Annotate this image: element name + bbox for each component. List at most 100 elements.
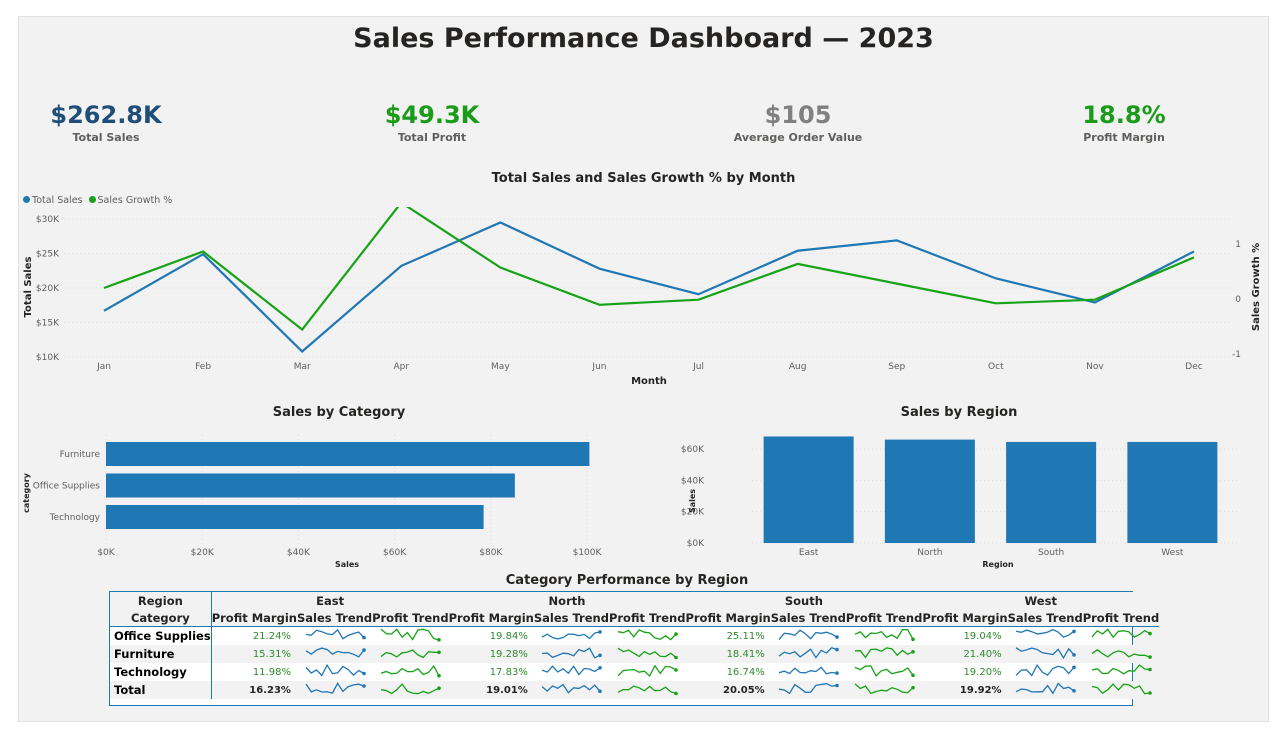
sparkline-svg (778, 647, 840, 659)
sparkline-end-dot (911, 650, 915, 654)
x-tick-label: Aug (789, 362, 807, 372)
profit-trend-sparkline (1083, 663, 1160, 681)
legend-item-total-sales[interactable]: Total Sales (23, 195, 83, 206)
region-header-east[interactable]: East (211, 592, 449, 609)
profit-trend-sparkline (608, 681, 686, 699)
sparkline-path (542, 647, 601, 659)
sparkline-svg (1015, 628, 1076, 638)
x-tick-label: $0K (97, 548, 115, 558)
col-header-profit-trend[interactable]: Profit Trend (608, 609, 686, 627)
sparkline-path (304, 682, 364, 694)
region-bar-chart[interactable]: $0K$20K$40K$60KEast North South WestRegionS… (659, 427, 1259, 572)
sparkline-path (305, 663, 364, 677)
sparkline-svg (541, 683, 603, 694)
corner-category: Category (110, 609, 212, 627)
sparkline-svg (1015, 682, 1076, 695)
sparkline-path (854, 665, 914, 677)
sparkline-svg (854, 683, 915, 695)
x-tick-label: Jun (591, 362, 606, 372)
region-header-west[interactable]: West (922, 592, 1160, 609)
sales-trend-sparkline (534, 627, 609, 646)
performance-table: Region East North South West Category Pr… (110, 592, 1160, 699)
col-header-sales-trend[interactable]: Sales Trend (1007, 609, 1083, 627)
sparkline-end-dot (598, 653, 603, 658)
kpi-value: 18.8% (1082, 101, 1166, 129)
sparkline-svg (304, 682, 366, 694)
col-header-profit-margin[interactable]: Profit Margin (685, 609, 771, 627)
category-region-table[interactable]: Region East North South West Category Pr… (109, 591, 1160, 706)
profit-trend-sparkline (1082, 645, 1160, 663)
sparkline-end-dot (835, 683, 840, 688)
total-sales-line (103, 221, 1195, 353)
category-label: Office Supplies (33, 482, 101, 492)
col-header-sales-trend[interactable]: Sales Trend (770, 609, 846, 627)
y-axis-title: Total Sales (23, 257, 34, 318)
profit-margin-cell: 21.40% (922, 645, 1008, 663)
sparkline-end-dot (835, 647, 840, 652)
sparkline-svg (617, 664, 678, 678)
sparkline-svg (1091, 683, 1152, 695)
profit-margin-cell: 19.84% (489, 630, 528, 642)
table-row[interactable]: Office Supplies 21.24% 19.84% 25.11% 19.04% (110, 626, 1159, 646)
sparkline-end-dot (674, 668, 678, 672)
sparkline-path (542, 665, 601, 676)
profit-trend-sparkline (372, 645, 449, 663)
category-bar (106, 442, 590, 466)
sparkline-end-dot (835, 671, 840, 675)
x-tick-label: Apr (393, 362, 409, 372)
table-row[interactable]: Technology 11.98% 17.83% 16.74% 19.20% (110, 663, 1159, 681)
col-header-profit-trend[interactable]: Profit Trend (845, 609, 923, 627)
sparkline-svg (854, 665, 915, 678)
profit-trend-sparkline (846, 663, 923, 681)
sparkline-end-dot (437, 650, 442, 655)
table-header-metrics: Category Profit Margin Sales Trend Profi… (110, 609, 1160, 627)
sparkline-svg (381, 683, 442, 695)
sparkline-end-dot (361, 671, 366, 676)
x-tick-label: Jul (692, 362, 704, 372)
sparkline-path (542, 631, 601, 640)
sparkline-svg (618, 629, 678, 641)
kpi-label: Average Order Value (733, 131, 863, 144)
sparkline-path (1091, 628, 1151, 639)
col-header-sales-trend[interactable]: Sales Trend (296, 609, 373, 627)
sales-trend-sparkline (297, 627, 372, 646)
sales-trend-sparkline (533, 645, 609, 663)
col-header-profit-margin[interactable]: Profit Margin (211, 609, 297, 627)
profit-trend-sparkline (1082, 681, 1160, 699)
sales-trend-sparkline (770, 681, 846, 699)
x-tick-label: Oct (988, 362, 1004, 372)
x-tick-label: Nov (1086, 362, 1104, 372)
col-header-sales-trend[interactable]: Sales Trend (533, 609, 609, 627)
sales-trend-sparkline (534, 663, 609, 681)
sparkline-path (779, 682, 838, 695)
table-row[interactable]: Furniture 15.31% 19.28% 18.41% 21.40% (110, 645, 1160, 663)
col-header-profit-margin[interactable]: Profit Margin (448, 609, 534, 627)
col-header-profit-margin[interactable]: Profit Margin (922, 609, 1008, 627)
sparkline-path (617, 685, 677, 695)
col-header-profit-trend[interactable]: Profit Trend (372, 609, 449, 627)
category-label: Furniture (60, 450, 101, 460)
sparkline-path (617, 647, 677, 659)
line-chart[interactable]: $10K $15K $20K $25K $30K -1 0 1 Jan Feb Mar Apr May J… (19, 207, 1268, 387)
sparkline-end-dot (437, 638, 442, 642)
sales-trend-sparkline (1008, 663, 1083, 681)
category-bar-chart[interactable]: $0K $20K $40K $60K $80K $100K Furniture Office … (19, 427, 629, 572)
sales-trend-sparkline (770, 645, 846, 663)
sparkline-path (1015, 628, 1075, 638)
region-header-north[interactable]: North (448, 592, 686, 609)
legend-item-sales-growth[interactable]: Sales Growth % (88, 195, 172, 206)
region-header-south[interactable]: South (685, 592, 923, 609)
category-bar (106, 473, 515, 498)
col-header-profit-trend[interactable]: Profit Trend (1082, 609, 1160, 627)
x-tick-label: Mar (294, 362, 311, 372)
sparkline-end-dot (1148, 631, 1152, 636)
profit-trend-sparkline (845, 645, 923, 663)
sparkline-path (778, 629, 838, 641)
table-row[interactable]: Total 16.23% 19.01% 20.05% 19.92% (110, 681, 1160, 699)
profit-margin-cell: 11.98% (252, 666, 291, 678)
profit-margin-cell: 15.31% (211, 645, 297, 663)
y-tick-label: $40K (681, 476, 705, 486)
sales-trend-sparkline (533, 681, 609, 699)
y-axis-title: category (22, 472, 31, 513)
sparkline-svg (617, 647, 678, 660)
